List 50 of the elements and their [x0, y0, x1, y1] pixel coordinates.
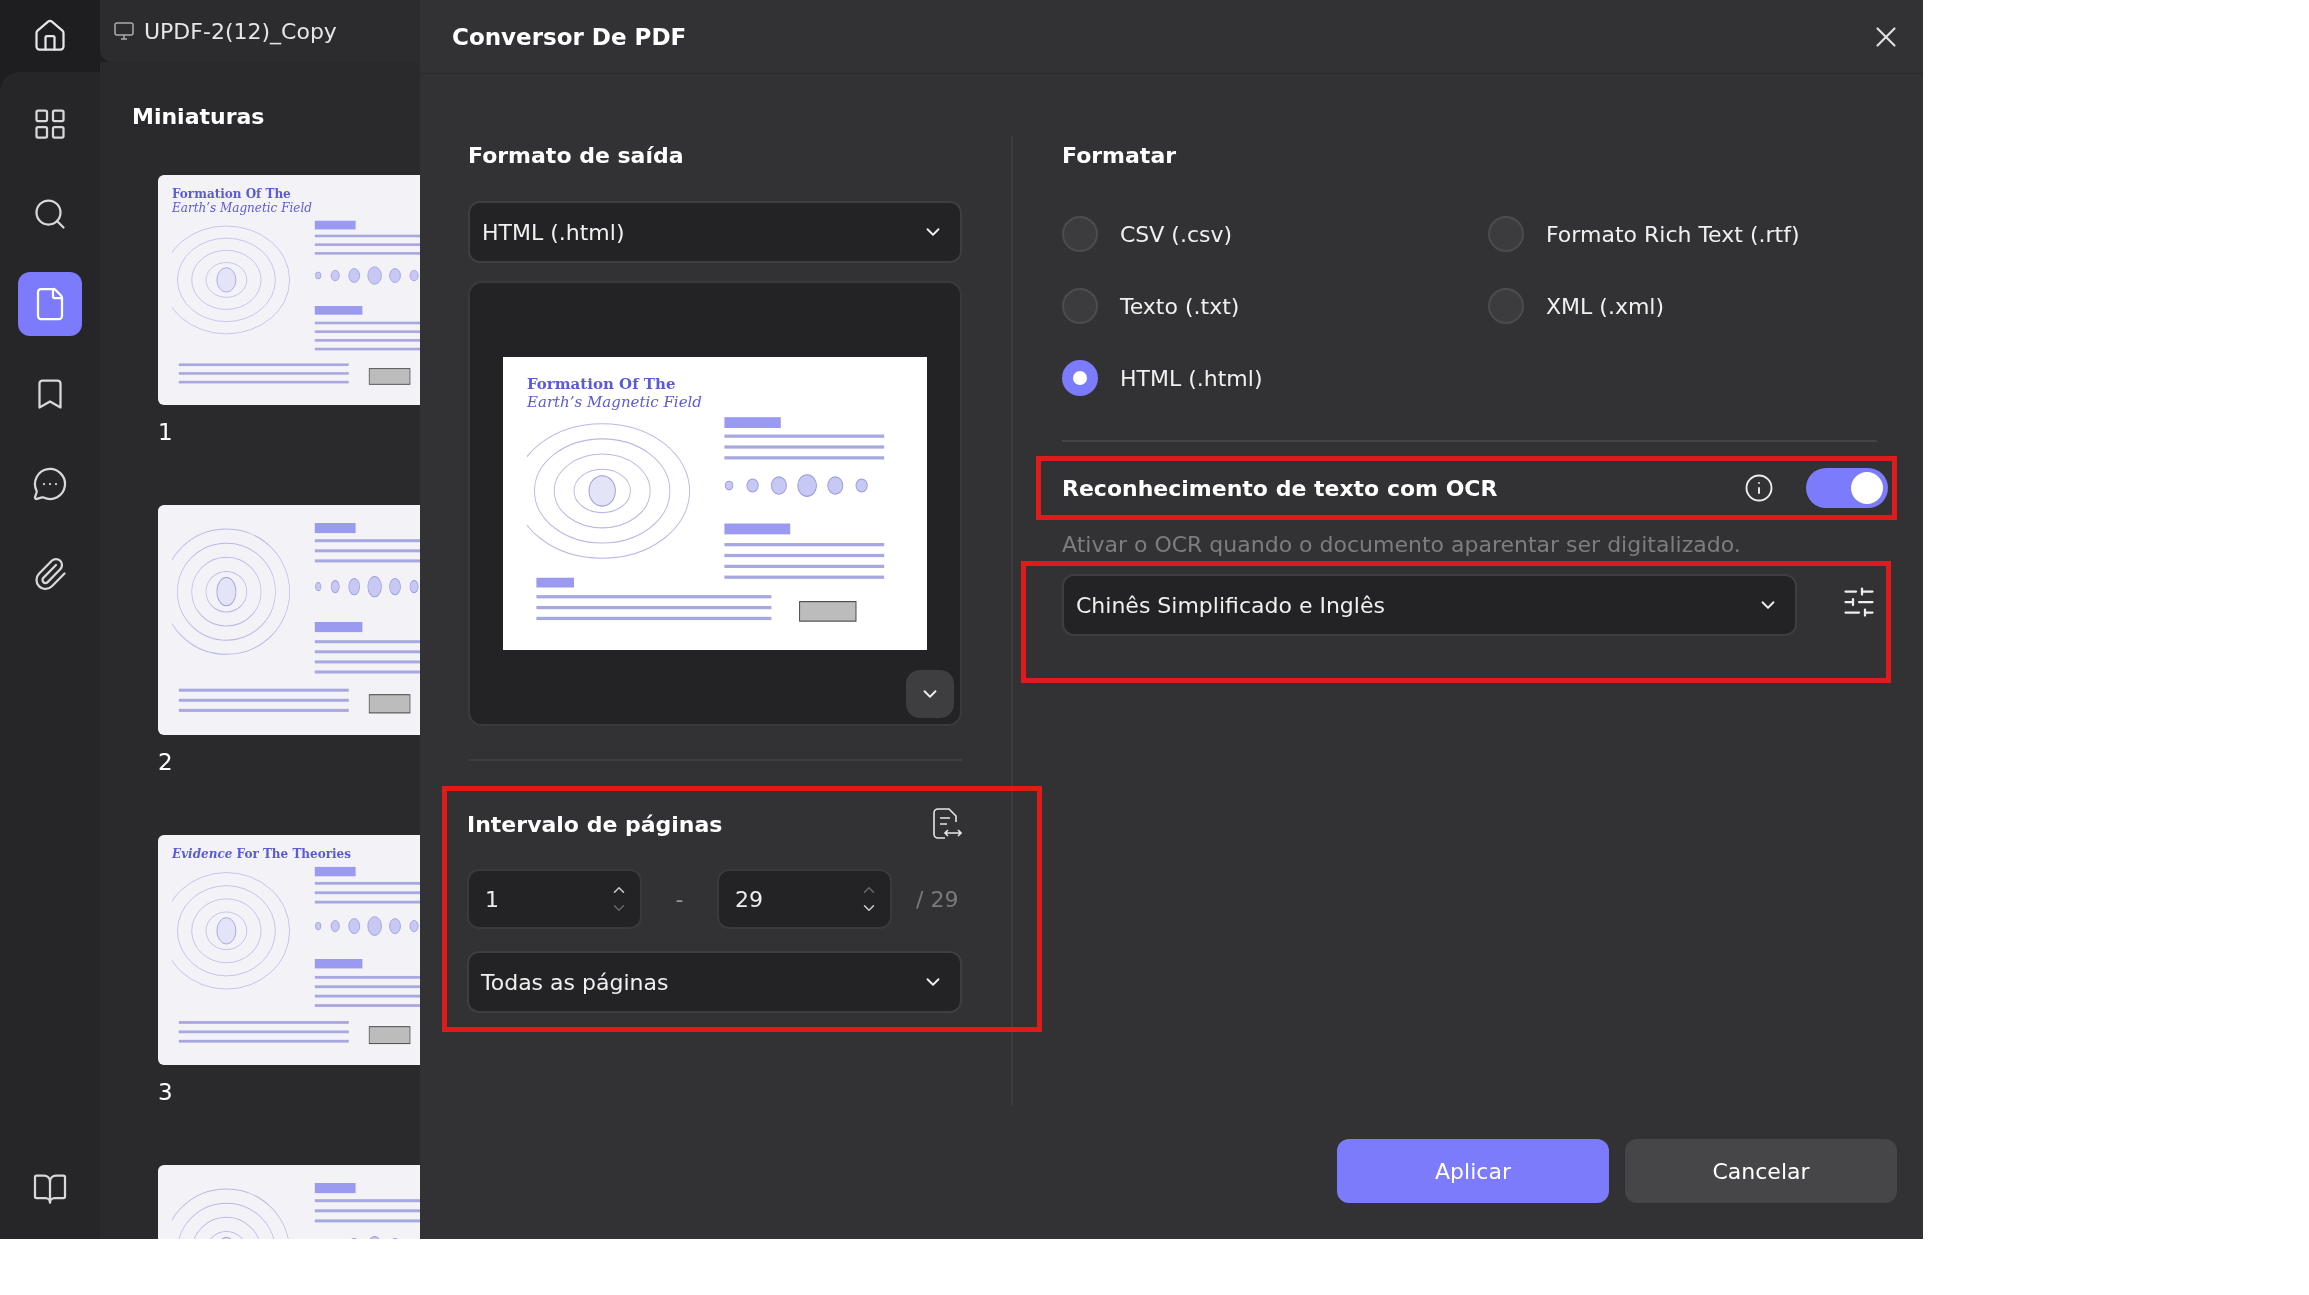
page-number: 1 [158, 419, 173, 445]
home-icon[interactable] [32, 18, 68, 54]
page-number: 2 [158, 749, 173, 775]
ocr-label: Reconhecimento de texto com OCR [1062, 475, 1499, 501]
search-icon [32, 196, 68, 232]
tab-title: UPDF-2(12)_Copy [144, 18, 337, 44]
comment-icon [32, 466, 68, 502]
ocr-toggle[interactable] [1806, 468, 1888, 508]
radio-label: CSV (.csv) [1120, 221, 1233, 247]
page-title: Formation Of The [172, 187, 292, 201]
page-subtitle: Earth’s Magnetic Field [527, 393, 703, 411]
radio-button[interactable] [1062, 360, 1098, 396]
page-total: / 29 [916, 886, 959, 912]
language-dropdown[interactable]: Chinês Simplificado e Inglês [1062, 574, 1797, 636]
dialog-title: Conversor De PDF [452, 23, 687, 50]
paperclip-icon [32, 556, 68, 592]
radio-button[interactable] [1488, 216, 1524, 252]
cancel-button[interactable]: Cancelar [1625, 1139, 1897, 1203]
info-icon[interactable] [1744, 473, 1774, 503]
radio-label: Texto (.txt) [1120, 293, 1240, 319]
page-range-dropdown[interactable]: Todas as páginas [467, 951, 962, 1013]
range-separator: - [674, 886, 685, 912]
radio-button[interactable] [1488, 288, 1524, 324]
format-radio[interactable]: XML (.xml) [1488, 288, 1877, 324]
radio-button[interactable] [1062, 216, 1098, 252]
end-page-field[interactable]: 29 [735, 886, 815, 912]
format-radio[interactable]: CSV (.csv) [1062, 216, 1488, 252]
radio-label: Formato Rich Text (.rtf) [1546, 221, 1800, 247]
format-radio[interactable]: Formato Rich Text (.rtf) [1488, 216, 1877, 252]
radio-label: XML (.xml) [1546, 293, 1665, 319]
section-heading: Formatar [1062, 141, 1178, 170]
page-title: Formation Of The [527, 375, 677, 393]
format-radio[interactable]: Texto (.txt) [1062, 288, 1488, 324]
radio-button[interactable] [1062, 288, 1098, 324]
section-heading: Formato de saída [468, 141, 685, 170]
expand-button[interactable] [906, 670, 954, 718]
pages-button[interactable] [18, 272, 82, 336]
page-subtitle: Earth’s Magnetic Field [172, 201, 313, 215]
panel-title: Miniaturas [132, 104, 266, 129]
document-arrows-icon[interactable] [932, 807, 962, 841]
ocr-hint: Ativar o OCR quando o documento aparentar ser digitalizado. [1062, 532, 1742, 557]
start-page-field[interactable]: 1 [485, 886, 565, 912]
page-title: Evidence For The Theories [172, 847, 352, 861]
section-heading: Intervalo de páginas [467, 810, 723, 839]
format-radio[interactable]: HTML (.html) [1062, 360, 1488, 396]
format-dropdown[interactable]: HTML (.html) [468, 201, 962, 263]
apps-icon [32, 106, 68, 142]
monitor-icon [114, 22, 134, 40]
radio-label: HTML (.html) [1120, 365, 1263, 391]
page-number: 3 [158, 1079, 173, 1105]
